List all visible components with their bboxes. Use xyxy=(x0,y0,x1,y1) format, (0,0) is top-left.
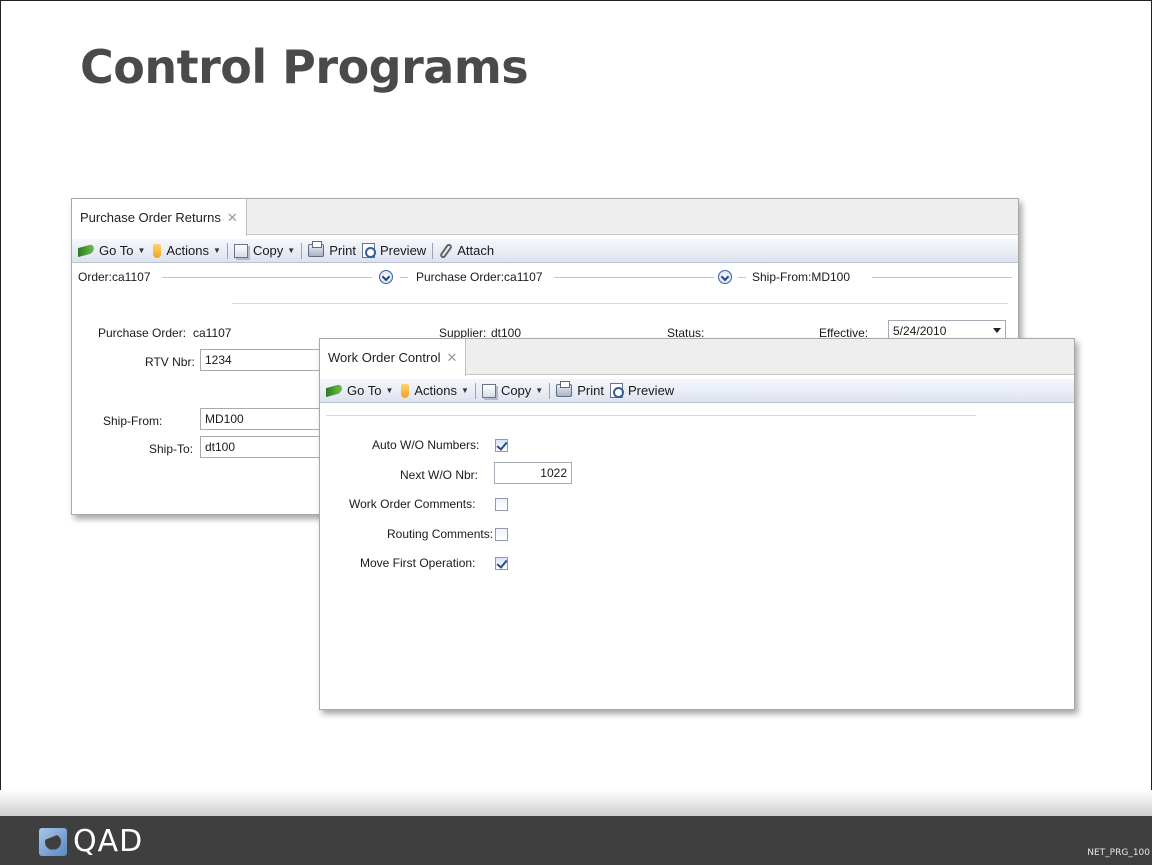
divider xyxy=(162,277,372,278)
logo-text: QAD xyxy=(73,824,144,859)
divider xyxy=(232,303,1008,304)
preview-label: Preview xyxy=(379,243,427,258)
qad-logo: QAD xyxy=(39,824,143,859)
chevron-down-icon: ▼ xyxy=(385,386,394,395)
calendar-dropdown-icon[interactable] xyxy=(993,328,1001,333)
preview-button[interactable]: Preview xyxy=(609,383,675,398)
slide-title: Control Programs xyxy=(80,40,529,94)
work-order-control-window: Work Order Control ✕ Go To ▼ Actions ▼ Cop… xyxy=(319,338,1075,710)
actions-menu[interactable]: Actions ▼ xyxy=(151,243,221,258)
routing-comments-label: Routing Comments: xyxy=(387,527,494,541)
chevron-down-icon: ▼ xyxy=(213,246,221,255)
tab-work-order-control[interactable]: Work Order Control ✕ xyxy=(320,339,467,376)
actions-menu[interactable]: Actions ▼ xyxy=(399,383,469,398)
routing-comments-checkbox[interactable] xyxy=(495,528,508,541)
slide-code: NET_PRG_100 xyxy=(1087,848,1150,858)
goto-arrow-icon xyxy=(326,383,342,398)
toolbar-divider xyxy=(432,242,434,259)
collapse-order-icon[interactable] xyxy=(379,270,393,284)
goto-label: Go To xyxy=(347,383,382,398)
copy-label: Copy xyxy=(252,243,284,258)
tab-strip: Purchase Order Returns ✕ xyxy=(72,199,1018,236)
attach-label: Attach xyxy=(457,243,495,258)
preview-icon xyxy=(609,383,624,398)
tab-label: Purchase Order Returns xyxy=(80,210,221,225)
divider xyxy=(400,277,408,278)
copy-menu[interactable]: Copy ▼ xyxy=(233,243,296,258)
auto-wo-numbers-checkbox[interactable] xyxy=(495,439,508,452)
toolbar-divider xyxy=(549,382,551,399)
print-label: Print xyxy=(329,243,356,258)
rtv-nbr-label: RTV Nbr: xyxy=(145,355,195,369)
section-bar: Order:ca1107 Purchase Order:ca1107 Ship-… xyxy=(78,267,1012,287)
purchase-order-label: Purchase Order: xyxy=(98,326,187,340)
copy-menu[interactable]: Copy ▼ xyxy=(481,383,544,398)
goto-menu[interactable]: Go To ▼ xyxy=(326,383,393,398)
copy-icon xyxy=(481,383,496,398)
divider xyxy=(326,415,976,416)
divider xyxy=(554,277,714,278)
work-order-comments-checkbox[interactable] xyxy=(495,498,508,511)
copy-icon xyxy=(233,243,248,258)
next-wo-nbr-field[interactable]: 1022 xyxy=(494,462,572,484)
print-button[interactable]: Print xyxy=(556,381,604,398)
print-button[interactable]: Print xyxy=(308,241,356,258)
goto-arrow-icon xyxy=(78,243,94,258)
ship-to-label: Ship-To: xyxy=(149,442,194,456)
toolbar: Go To ▼ Actions ▼ Copy ▼ Print Preview xyxy=(320,379,1074,403)
move-first-operation-label: Move First Operation: xyxy=(360,556,476,570)
footer-bar xyxy=(0,816,1152,865)
preview-icon xyxy=(361,243,376,258)
actions-icon xyxy=(401,383,410,398)
section-ship-from: Ship-From:MD100 xyxy=(752,270,851,284)
toolbar-divider xyxy=(226,242,228,259)
ship-from-label: Ship-From: xyxy=(103,414,163,428)
chevron-down-icon: ▼ xyxy=(535,386,544,395)
printer-icon xyxy=(556,381,573,397)
actions-label: Actions xyxy=(166,243,210,258)
chevron-down-icon: ▼ xyxy=(461,386,469,395)
effective-date-value: 5/24/2010 xyxy=(893,324,947,338)
auto-wo-numbers-label: Auto W/O Numbers: xyxy=(372,438,480,452)
goto-menu[interactable]: Go To ▼ xyxy=(78,243,145,258)
actions-icon xyxy=(153,243,162,258)
print-label: Print xyxy=(577,383,604,398)
close-icon[interactable]: ✕ xyxy=(446,350,457,366)
toolbar-divider xyxy=(301,242,303,259)
actions-label: Actions xyxy=(414,383,458,398)
toolbar: Go To ▼ Actions ▼ Copy ▼ Print Preview Atta… xyxy=(72,239,1018,263)
next-wo-nbr-label: Next W/O Nbr: xyxy=(400,468,479,482)
tab-label: Work Order Control xyxy=(328,350,441,365)
paperclip-icon xyxy=(439,242,454,259)
divider xyxy=(738,277,746,278)
section-purchase-order: Purchase Order:ca1107 xyxy=(416,270,543,284)
preview-button[interactable]: Preview xyxy=(361,243,427,258)
collapse-purchase-order-icon[interactable] xyxy=(718,270,732,284)
tab-strip: Work Order Control ✕ xyxy=(320,339,1074,376)
section-order: Order:ca1107 xyxy=(78,270,151,284)
move-first-operation-checkbox[interactable] xyxy=(495,557,508,570)
copy-label: Copy xyxy=(500,383,532,398)
goto-label: Go To xyxy=(99,243,134,258)
close-icon[interactable]: ✕ xyxy=(227,210,238,226)
chevron-down-icon: ▼ xyxy=(137,246,146,255)
purchase-order-value: ca1107 xyxy=(193,326,232,340)
preview-label: Preview xyxy=(627,383,675,398)
printer-icon xyxy=(308,241,325,257)
qad-logo-icon xyxy=(39,827,67,856)
tab-purchase-order-returns[interactable]: Purchase Order Returns ✕ xyxy=(72,199,247,236)
attach-button[interactable]: Attach xyxy=(439,242,495,259)
work-order-comments-label: Work Order Comments: xyxy=(349,497,476,511)
chevron-down-icon: ▼ xyxy=(287,246,296,255)
footer-fade xyxy=(0,790,1152,816)
divider xyxy=(872,277,1012,278)
toolbar-divider xyxy=(474,382,476,399)
